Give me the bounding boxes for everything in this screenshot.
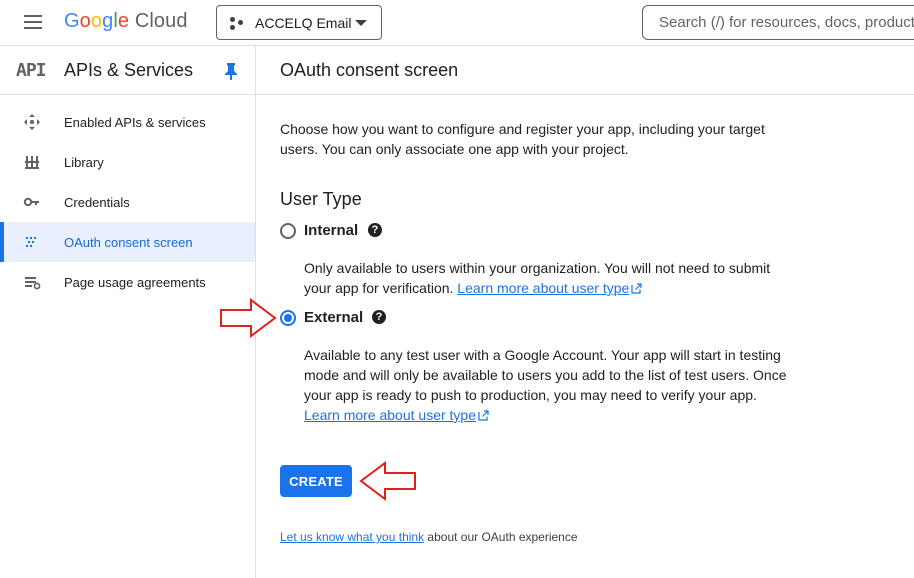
user-type-heading: User Type (280, 189, 362, 209)
search-input[interactable]: Search (/) for resources, docs, products (642, 5, 914, 40)
sidebar-item-page-usage[interactable]: Page usage agreements (0, 262, 255, 302)
consent-icon (26, 237, 36, 247)
project-name: ACCELQ Email (255, 14, 352, 31)
project-dots-icon (229, 15, 245, 31)
feedback-text: about our OAuth experience (424, 530, 578, 544)
learn-more-link-text: Learn more about user type (457, 280, 630, 296)
learn-more-link[interactable]: Learn more about user type (457, 280, 642, 296)
sidebar-item-label: Library (64, 154, 104, 170)
logo-cloud-text: Cloud (134, 10, 188, 32)
annotation-arrow-left-icon (359, 461, 416, 501)
page-header: OAuth consent screen (256, 46, 914, 95)
sidebar-item-credentials[interactable]: Credentials (0, 182, 255, 222)
feedback-link[interactable]: Let us know what you think (280, 530, 424, 544)
sidebar-nav: Enabled APIs & services Library Credenti… (0, 95, 255, 302)
key-icon (23, 197, 39, 207)
intro-text: Choose how you want to configure and reg… (280, 121, 765, 157)
page-title: OAuth consent screen (280, 60, 459, 80)
create-button[interactable]: CREATE (280, 465, 352, 497)
chevron-down-icon (355, 20, 367, 26)
google-cloud-logo[interactable]: Google Cloud (64, 10, 188, 33)
learn-more-link[interactable]: Learn more about user type (304, 407, 489, 423)
sidebar-item-label: Page usage agreements (64, 274, 206, 290)
annotation-arrow-right-icon (220, 298, 277, 338)
external-link-icon (478, 410, 489, 421)
internal-radio[interactable] (280, 223, 296, 239)
library-icon (25, 156, 39, 169)
external-label[interactable]: External (304, 309, 363, 326)
sidebar-title: APIs & Services (64, 60, 194, 80)
sidebar-item-label: OAuth consent screen (64, 234, 193, 250)
sidebar-item-library[interactable]: Library (0, 142, 255, 182)
external-link-icon (631, 283, 642, 294)
hamburger-menu-icon[interactable] (22, 12, 46, 34)
settings-list-icon (25, 277, 41, 290)
learn-more-link-text: Learn more about user type (304, 407, 476, 423)
hub-icon (24, 114, 40, 130)
internal-label[interactable]: Internal (304, 222, 358, 239)
sidebar-item-enabled-apis[interactable]: Enabled APIs & services (0, 102, 255, 142)
sidebar-item-oauth-consent[interactable]: OAuth consent screen (0, 222, 255, 262)
external-radio[interactable] (280, 310, 296, 326)
api-icon: API (16, 60, 46, 81)
search-placeholder: Search (/) for resources, docs, products (659, 14, 914, 31)
top-bar: Google Cloud ACCELQ Email Search (/) for… (0, 0, 914, 46)
external-description: Available to any test user with a Google… (304, 345, 794, 425)
sidebar-item-label: Credentials (64, 194, 130, 210)
project-picker-button[interactable]: ACCELQ Email (216, 5, 382, 40)
help-icon[interactable]: ? (372, 310, 386, 324)
pin-icon[interactable] (224, 62, 238, 80)
logo-google-text: Google (64, 10, 130, 32)
sidebar-item-label: Enabled APIs & services (64, 114, 206, 130)
help-icon[interactable]: ? (368, 223, 382, 237)
external-description-text: Available to any test user with a Google… (304, 347, 787, 403)
feedback-line: Let us know what you think about our OAu… (280, 530, 578, 544)
internal-description: Only available to users within your orga… (304, 258, 794, 298)
sidebar-header: API APIs & Services (0, 46, 255, 95)
